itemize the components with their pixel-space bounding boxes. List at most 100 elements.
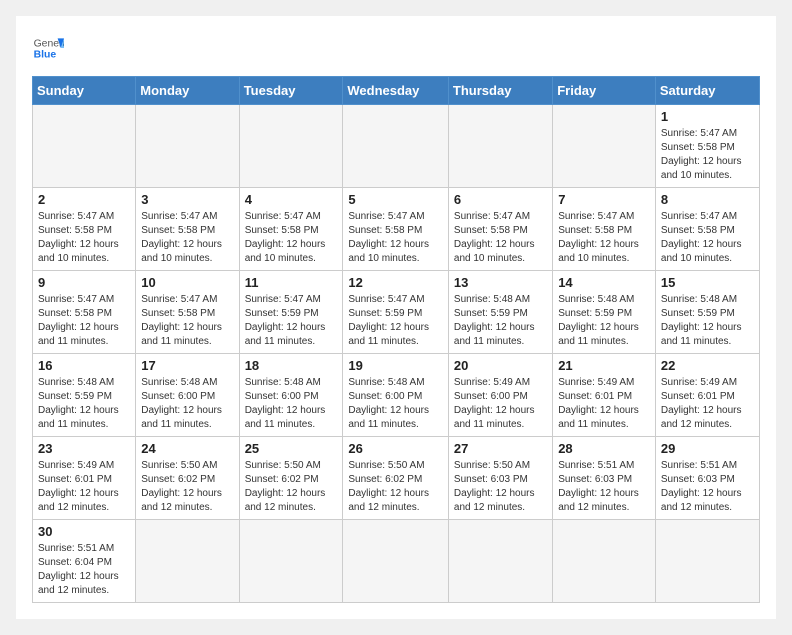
calendar-cell: 10Sunrise: 5:47 AM Sunset: 5:58 PM Dayli… xyxy=(136,271,239,354)
day-info: Sunrise: 5:50 AM Sunset: 6:02 PM Dayligh… xyxy=(348,459,443,515)
day-info: Sunrise: 5:49 AM Sunset: 6:01 PM Dayligh… xyxy=(661,376,754,432)
day-info: Sunrise: 5:49 AM Sunset: 6:00 PM Dayligh… xyxy=(454,376,547,432)
calendar-cell xyxy=(136,520,239,603)
calendar-cell: 4Sunrise: 5:47 AM Sunset: 5:58 PM Daylig… xyxy=(239,188,343,271)
day-number: 9 xyxy=(38,275,130,290)
weekday-header-thursday: Thursday xyxy=(448,77,552,105)
day-number: 29 xyxy=(661,441,754,456)
calendar-cell: 8 Sunrise: 5:47 AM Sunset: 5:58 PM Daylig… xyxy=(655,188,759,271)
day-info: Sunrise: 5:49 AM Sunset: 6:01 PM Dayligh… xyxy=(558,376,650,432)
calendar-week-row: 23 Sunrise: 5:49 AM Sunset: 6:01 PM Dayli… xyxy=(33,437,760,520)
calendar-cell: 9Sunrise: 5:47 AM Sunset: 5:58 PM Daylig… xyxy=(33,271,136,354)
calendar-cell xyxy=(239,105,343,188)
calendar-cell: 6 Sunrise: 5:47 AM Sunset: 5:58 PM Daylig… xyxy=(448,188,552,271)
weekday-header-monday: Monday xyxy=(136,77,239,105)
day-number: 3 xyxy=(141,192,233,207)
day-info: Sunrise: 5:48 AM Sunset: 6:00 PM Dayligh… xyxy=(245,376,338,432)
day-number: 30 xyxy=(38,524,130,539)
calendar-cell: 21 Sunrise: 5:49 AM Sunset: 6:01 PM Dayli… xyxy=(553,354,656,437)
day-number: 15 xyxy=(661,275,754,290)
day-info: Sunrise: 5:47 AM Sunset: 5:58 PM Dayligh… xyxy=(141,210,233,266)
day-number: 26 xyxy=(348,441,443,456)
calendar-cell: 14Sunrise: 5:48 AM Sunset: 5:59 PM Dayli… xyxy=(553,271,656,354)
weekday-header-sunday: Sunday xyxy=(33,77,136,105)
day-info: Sunrise: 5:49 AM Sunset: 6:01 PM Dayligh… xyxy=(38,459,130,515)
calendar-cell xyxy=(655,520,759,603)
day-number: 5 xyxy=(348,192,443,207)
day-info: Sunrise: 5:48 AM Sunset: 6:00 PM Dayligh… xyxy=(348,376,443,432)
day-info: Sunrise: 5:47 AM Sunset: 5:58 PM Dayligh… xyxy=(558,210,650,266)
calendar-week-row: 9 Sunrise: 5:47 AM Sunset: 5:58 PM Daylig… xyxy=(33,271,760,354)
day-number: 8 xyxy=(661,192,754,207)
calendar-header-row: SundayMondayTuesdayWednesdayThursdayFrid… xyxy=(33,77,760,105)
day-number: 23 xyxy=(38,441,130,456)
calendar-cell: 29 Sunrise: 5:51 AM Sunset: 6:03 PM Dayli… xyxy=(655,437,759,520)
day-info: Sunrise: 5:51 AM Sunset: 6:03 PM Dayligh… xyxy=(661,459,754,515)
weekday-header-friday: Friday xyxy=(553,77,656,105)
weekday-header-tuesday: Tuesday xyxy=(239,77,343,105)
day-info: Sunrise: 5:48 AM Sunset: 5:59 PM Dayligh… xyxy=(454,293,547,349)
day-number: 21 xyxy=(558,358,650,373)
calendar-cell: 12 Sunrise: 5:47 AM Sunset: 5:59 PM Dayli… xyxy=(343,271,449,354)
page: General Blue SundayMondayTuesdayWednesda… xyxy=(16,16,776,619)
calendar-cell: 5 Sunrise: 5:47 AM Sunset: 5:58 PM Daylig… xyxy=(343,188,449,271)
calendar-cell: 17Sunrise: 5:48 AM Sunset: 6:00 PM Dayli… xyxy=(136,354,239,437)
day-info: Sunrise: 5:47 AM Sunset: 5:59 PM Dayligh… xyxy=(245,293,338,349)
calendar-cell xyxy=(136,105,239,188)
calendar-cell: 28 Sunrise: 5:51 AM Sunset: 6:03 PM Dayli… xyxy=(553,437,656,520)
svg-text:Blue: Blue xyxy=(34,50,57,61)
calendar-cell xyxy=(343,520,449,603)
generalblue-logo-icon: General Blue xyxy=(32,32,64,64)
day-number: 12 xyxy=(348,275,443,290)
calendar-cell: 30 Sunrise: 5:51 AM Sunset: 6:04 PM Dayli… xyxy=(33,520,136,603)
calendar-week-row: 30 Sunrise: 5:51 AM Sunset: 6:04 PM Dayli… xyxy=(33,520,760,603)
day-number: 7 xyxy=(558,192,650,207)
day-info: Sunrise: 5:48 AM Sunset: 5:59 PM Dayligh… xyxy=(38,376,130,432)
day-number: 6 xyxy=(454,192,547,207)
day-info: Sunrise: 5:47 AM Sunset: 5:58 PM Dayligh… xyxy=(661,210,754,266)
logo: General Blue xyxy=(32,32,68,64)
calendar-week-row: 16 Sunrise: 5:48 AM Sunset: 5:59 PM Dayli… xyxy=(33,354,760,437)
day-number: 18 xyxy=(245,358,338,373)
calendar-cell: 7 Sunrise: 5:47 AM Sunset: 5:58 PM Daylig… xyxy=(553,188,656,271)
calendar-cell: 16 Sunrise: 5:48 AM Sunset: 5:59 PM Dayli… xyxy=(33,354,136,437)
calendar-week-row: 2 Sunrise: 5:47 AM Sunset: 5:58 PM Daylig… xyxy=(33,188,760,271)
day-number: 2 xyxy=(38,192,130,207)
calendar-cell: 24 Sunrise: 5:50 AM Sunset: 6:02 PM Dayli… xyxy=(136,437,239,520)
calendar-cell: 27Sunrise: 5:50 AM Sunset: 6:03 PM Dayli… xyxy=(448,437,552,520)
day-info: Sunrise: 5:51 AM Sunset: 6:03 PM Dayligh… xyxy=(558,459,650,515)
calendar-cell: 3 Sunrise: 5:47 AM Sunset: 5:58 PM Daylig… xyxy=(136,188,239,271)
day-number: 22 xyxy=(661,358,754,373)
day-number: 17 xyxy=(141,358,233,373)
calendar: SundayMondayTuesdayWednesdayThursdayFrid… xyxy=(32,76,760,603)
calendar-cell xyxy=(553,520,656,603)
calendar-cell: 23 Sunrise: 5:49 AM Sunset: 6:01 PM Dayli… xyxy=(33,437,136,520)
calendar-cell xyxy=(343,105,449,188)
day-number: 20 xyxy=(454,358,547,373)
day-info: Sunrise: 5:47 AM Sunset: 5:58 PM Dayligh… xyxy=(141,293,233,349)
weekday-header-wednesday: Wednesday xyxy=(343,77,449,105)
day-number: 13 xyxy=(454,275,547,290)
day-info: Sunrise: 5:50 AM Sunset: 6:02 PM Dayligh… xyxy=(141,459,233,515)
day-number: 24 xyxy=(141,441,233,456)
calendar-week-row: 1Sunrise: 5:47 AM Sunset: 5:58 PM Daylig… xyxy=(33,105,760,188)
day-info: Sunrise: 5:50 AM Sunset: 6:03 PM Dayligh… xyxy=(454,459,547,515)
calendar-cell xyxy=(239,520,343,603)
calendar-cell xyxy=(553,105,656,188)
day-number: 11 xyxy=(245,275,338,290)
day-number: 28 xyxy=(558,441,650,456)
calendar-cell: 1Sunrise: 5:47 AM Sunset: 5:58 PM Daylig… xyxy=(655,105,759,188)
calendar-cell: 20 Sunrise: 5:49 AM Sunset: 6:00 PM Dayli… xyxy=(448,354,552,437)
calendar-cell: 25Sunrise: 5:50 AM Sunset: 6:02 PM Dayli… xyxy=(239,437,343,520)
calendar-cell: 22 Sunrise: 5:49 AM Sunset: 6:01 PM Dayli… xyxy=(655,354,759,437)
calendar-cell xyxy=(33,105,136,188)
day-info: Sunrise: 5:51 AM Sunset: 6:04 PM Dayligh… xyxy=(38,542,130,598)
day-number: 16 xyxy=(38,358,130,373)
day-number: 1 xyxy=(661,109,754,124)
day-info: Sunrise: 5:47 AM Sunset: 5:59 PM Dayligh… xyxy=(348,293,443,349)
calendar-cell: 13 Sunrise: 5:48 AM Sunset: 5:59 PM Dayli… xyxy=(448,271,552,354)
day-info: Sunrise: 5:47 AM Sunset: 5:58 PM Dayligh… xyxy=(348,210,443,266)
calendar-cell: 2Sunrise: 5:47 AM Sunset: 5:58 PM Daylig… xyxy=(33,188,136,271)
day-info: Sunrise: 5:47 AM Sunset: 5:58 PM Dayligh… xyxy=(454,210,547,266)
calendar-cell: 18 Sunrise: 5:48 AM Sunset: 6:00 PM Dayli… xyxy=(239,354,343,437)
